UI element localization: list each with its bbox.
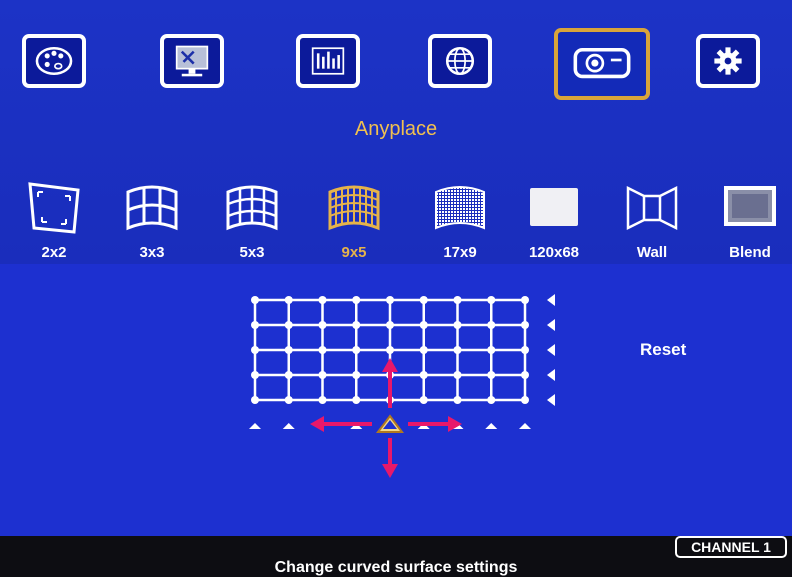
grid-120x68-icon: [530, 188, 578, 226]
mode-label: 17x9: [443, 244, 477, 261]
warp-grid: [249, 294, 555, 478]
grid-9x5-icon: [328, 185, 380, 231]
mode-17x9[interactable]: 17x9: [428, 178, 492, 261]
mixer-sliders-icon[interactable]: [296, 34, 360, 88]
mode-label: 3x3: [139, 244, 165, 261]
blend-icon: [724, 186, 776, 226]
monitor-tools-icon[interactable]: [160, 34, 224, 88]
help-hint: Change curved surface settings: [274, 559, 518, 576]
mode-2x2[interactable]: 2x2: [22, 178, 86, 261]
palette-icon[interactable]: [22, 34, 86, 88]
wall-icon: [626, 185, 678, 231]
selected-column-marker: [376, 414, 404, 433]
osd-screen: Anyplace 2x2 3x3 5x3 9x5 17x9 120x68 Wal…: [0, 0, 792, 577]
gear-icon[interactable]: [696, 34, 760, 88]
mode-5x3[interactable]: 5x3: [220, 178, 284, 261]
mode-3x3[interactable]: 3x3: [120, 178, 184, 261]
mode-label: Wall: [636, 244, 668, 261]
grid-17x9-icon: [435, 186, 485, 230]
grid-5x3-icon: [226, 185, 278, 231]
mode-blend[interactable]: Blend: [718, 178, 782, 261]
section-title: Anyplace: [354, 118, 438, 140]
reset-button[interactable]: Reset: [640, 340, 686, 360]
projector-icon[interactable]: [554, 28, 650, 100]
channel-indicator: CHANNEL 1: [675, 536, 787, 558]
mode-120x68[interactable]: 120x68: [522, 178, 586, 261]
grid-3x3-icon: [126, 185, 178, 231]
warp-grid-editor[interactable]: [230, 280, 560, 490]
mode-9x5[interactable]: 9x5: [322, 178, 386, 261]
mode-label: 5x3: [239, 244, 265, 261]
mode-label: 2x2: [41, 244, 67, 261]
mode-wall[interactable]: Wall: [620, 178, 684, 261]
mode-label: Blend: [729, 244, 771, 261]
mode-label: 9x5: [341, 244, 367, 261]
mode-label: 120x68: [528, 244, 580, 261]
globe-icon[interactable]: [428, 34, 492, 88]
corner-warp-icon: [28, 182, 80, 234]
